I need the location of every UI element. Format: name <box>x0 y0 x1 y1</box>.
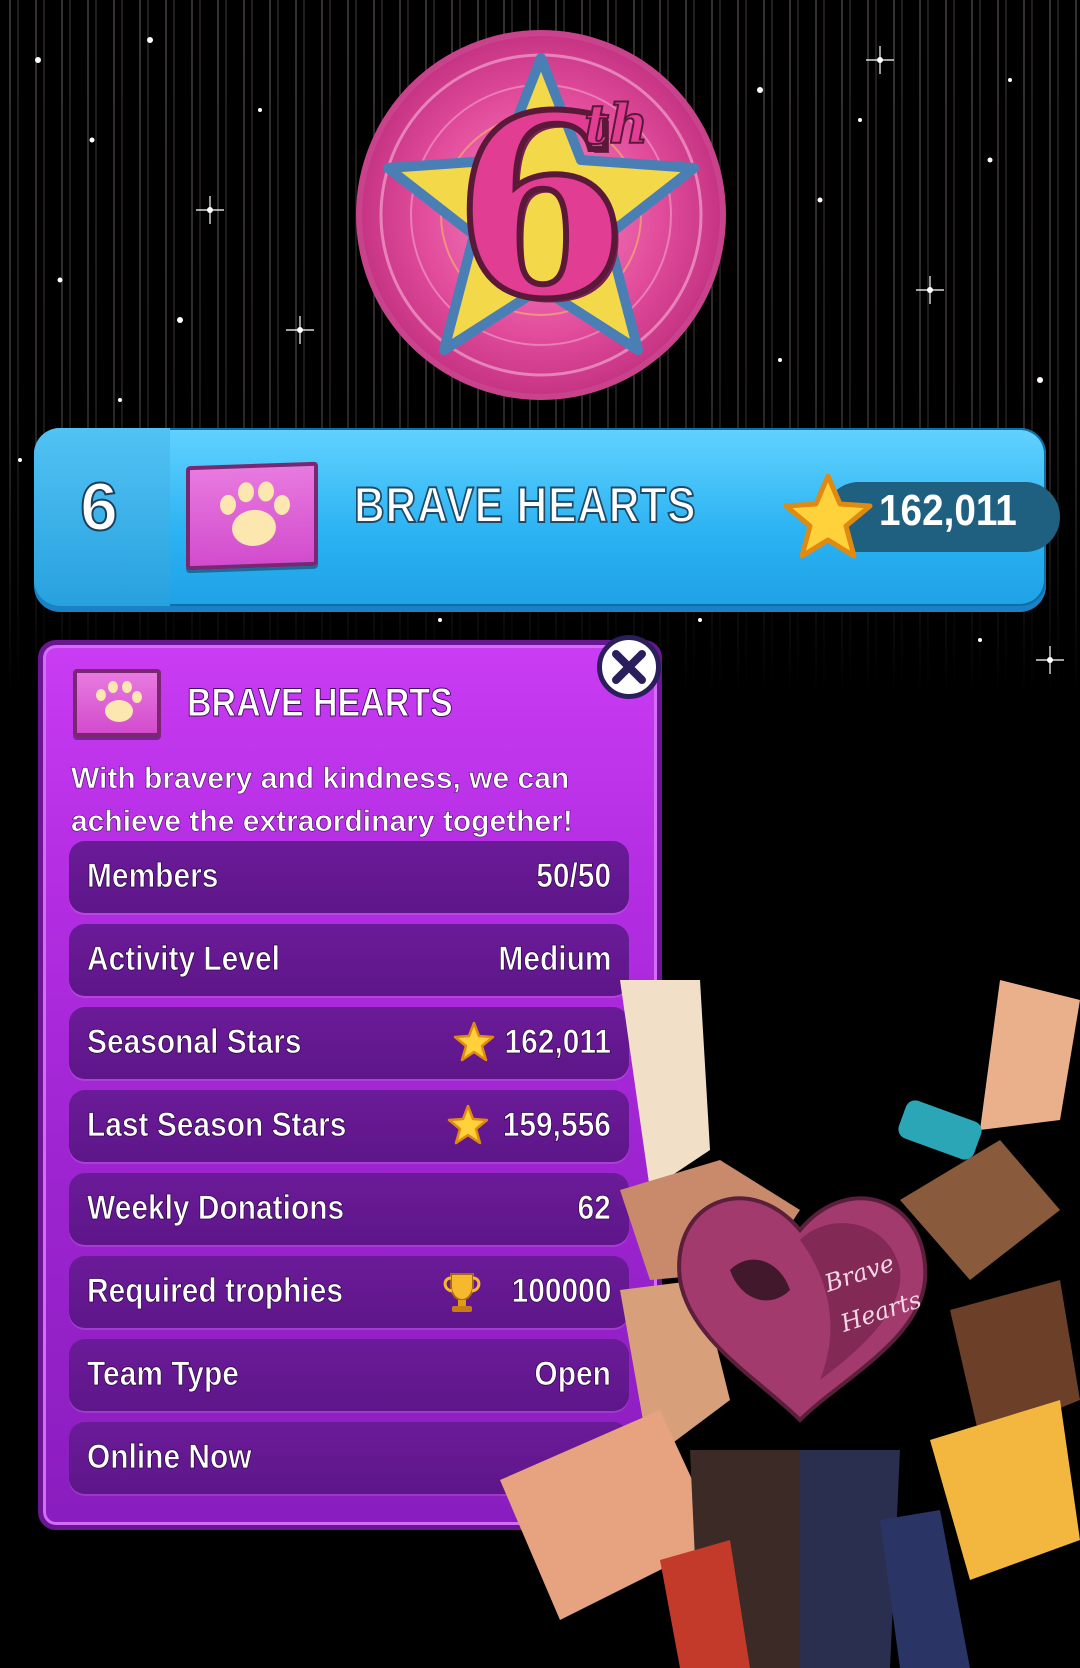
stat-label: Seasonal Stars <box>87 1023 302 1062</box>
stat-label: Last Season Stars <box>87 1106 347 1145</box>
star-icon <box>783 473 873 559</box>
team-description: With bravery and kindness, we can achiev… <box>71 762 573 839</box>
paw-icon <box>220 481 290 546</box>
stat-value: 50/50 <box>536 857 612 896</box>
paw-icon <box>96 681 142 722</box>
stat-label: Weekly Donations <box>87 1189 345 1228</box>
stat-label: Required trophies <box>87 1272 344 1311</box>
stat-label: Team Type <box>87 1355 240 1394</box>
star-icon <box>447 1104 489 1145</box>
rank-number: 6 <box>451 60 631 354</box>
stat-row-members: Members 50/50 <box>69 841 629 913</box>
leaderboard-score: 162,011 <box>879 486 1017 535</box>
paw-flag-icon <box>186 461 318 571</box>
rank-suffix: th <box>583 91 649 157</box>
stat-label: Activity Level <box>87 940 281 979</box>
close-icon <box>612 650 646 684</box>
leaderboard-rank: 6 <box>79 468 119 546</box>
stat-label: Online Now <box>87 1438 252 1477</box>
paw-flag-icon <box>73 669 161 737</box>
leaderboard-team-name: BRAVE HEARTS <box>353 476 697 534</box>
hands-heart-artwork: Brave Hearts <box>500 980 1080 1668</box>
stat-value: Medium <box>497 940 612 979</box>
star-icon <box>453 1021 495 1062</box>
trophy-icon <box>443 1273 481 1312</box>
leaderboard-entry[interactable]: 6 BRAVE HEARTS 162,011 <box>34 428 1060 606</box>
stat-label: Members <box>87 857 219 896</box>
arm-sleeve-decoration <box>620 980 710 1190</box>
close-button[interactable] <box>597 635 661 699</box>
team-title: BRAVE HEARTS <box>187 681 454 726</box>
rank-medal: 6 th <box>356 30 726 400</box>
